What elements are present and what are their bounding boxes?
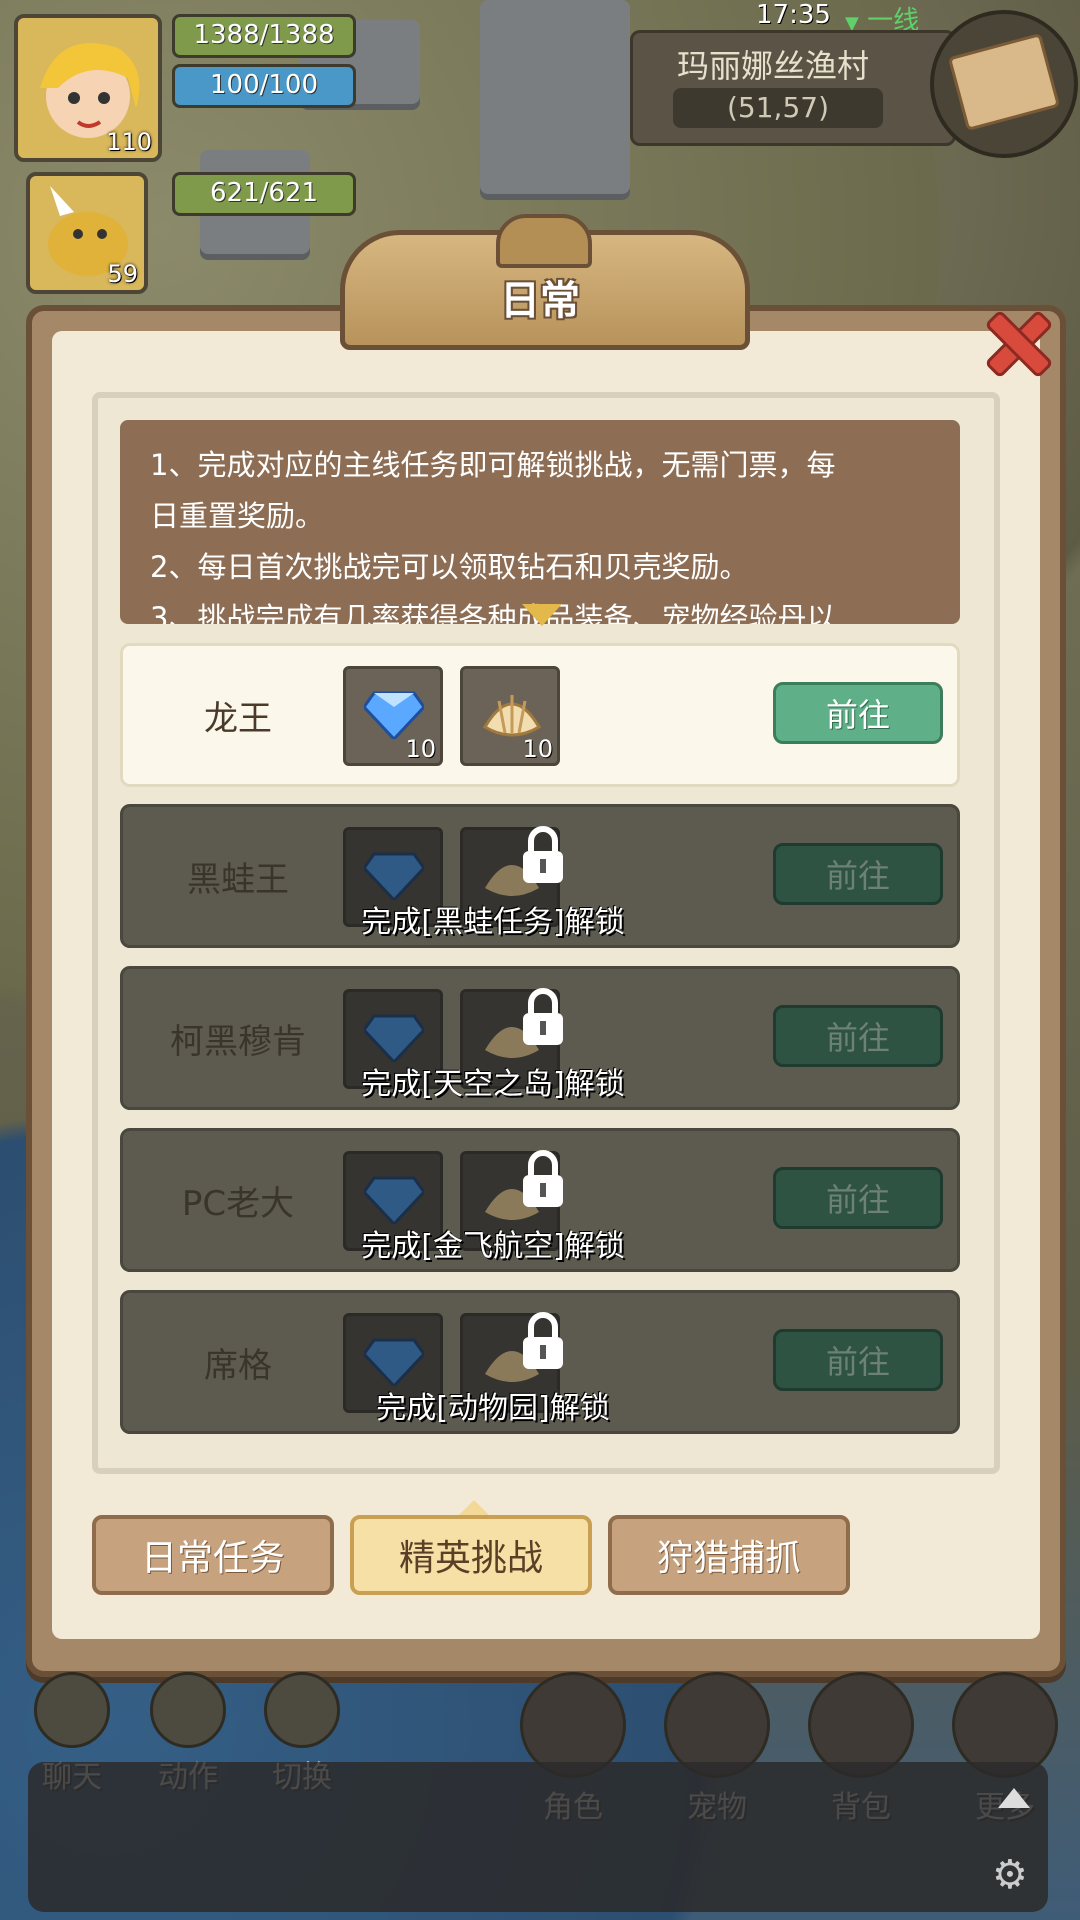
player-avatar[interactable]: 110 [14, 14, 162, 162]
description-line: 2、每日首次挑战完可以领取钻石和贝壳奖励。 [150, 550, 749, 584]
shell-icon [482, 695, 542, 737]
chevron-up-icon[interactable] [998, 1788, 1030, 1808]
pet-hp-bar: 621/621 [172, 172, 356, 216]
diamond-icon [364, 852, 424, 900]
location-name: 玛丽娜丝渔村 [676, 47, 869, 85]
lock-icon [523, 988, 563, 1045]
challenge-name: 席格 [204, 1345, 272, 1386]
gear-icon[interactable]: ⚙ [992, 1852, 1028, 1898]
map-scroll-icon [947, 32, 1061, 132]
pet-level: 59 [107, 260, 138, 288]
unlock-hint: 完成[动物园]解锁 [376, 1391, 610, 1426]
pet-avatar[interactable]: 59 [26, 172, 148, 294]
go-button[interactable]: 前往 [773, 1005, 943, 1067]
go-button[interactable]: 前往 [773, 682, 943, 744]
challenge-row-sieg: 席格 完成[动物园]解锁 前往 [120, 1290, 960, 1434]
location-panel: 玛丽娜丝渔村 (51,57) [630, 30, 956, 146]
challenge-name: 柯黑穆肯 [170, 1021, 306, 1062]
diamond-icon [364, 1176, 424, 1224]
dialog-title: 日常 [500, 278, 580, 324]
close-icon[interactable] [982, 308, 1046, 372]
lock-icon [523, 1312, 563, 1369]
title-ornament-icon [496, 214, 592, 268]
switch-icon [264, 1672, 340, 1748]
expand-arrow-icon[interactable] [522, 604, 562, 626]
unlock-hint: 完成[黑蛙任务]解锁 [361, 905, 625, 940]
reward-count: 10 [405, 735, 436, 763]
tab-elite-challenge[interactable]: 精英挑战 [350, 1515, 592, 1595]
reward-slot-shell[interactable]: 10 [460, 666, 560, 766]
challenge-row-black-frog-king: 黑蛙王 完成[黑蛙任务]解锁 前往 [120, 804, 960, 948]
challenge-name: 龙王 [204, 698, 272, 739]
challenge-name: 黑蛙王 [187, 859, 289, 900]
tab-daily-tasks[interactable]: 日常任务 [92, 1515, 334, 1595]
diamond-icon [364, 691, 424, 739]
lock-icon [523, 1150, 563, 1207]
go-button[interactable]: 前往 [773, 1329, 943, 1391]
challenge-row-kohei-muken: 柯黑穆肯 完成[天空之岛]解锁 前往 [120, 966, 960, 1110]
player-hp-bar: 1388/1388 [172, 14, 356, 58]
chat-bubble-icon [34, 1672, 110, 1748]
reward-slot-diamond[interactable]: 10 [343, 666, 443, 766]
go-button[interactable]: 前往 [773, 843, 943, 905]
unlock-hint: 完成[金飞航空]解锁 [361, 1229, 625, 1264]
world-map-button[interactable] [930, 10, 1078, 158]
diamond-icon [364, 1338, 424, 1386]
clock: 17:35 [756, 0, 831, 30]
unlock-hint: 完成[天空之岛]解锁 [361, 1067, 625, 1102]
location-coords: (51,57) [673, 88, 883, 128]
description-box[interactable]: 1、完成对应的主线任务即可解锁挑战，无需门票，每 日重置奖励。 2、每日首次挑战… [120, 420, 960, 624]
description-line: 日重置奖励。 [150, 499, 325, 533]
go-button[interactable]: 前往 [773, 1167, 943, 1229]
tab-hunting[interactable]: 狩猎捕抓 [608, 1515, 850, 1595]
rock-terrain [480, 0, 630, 200]
player-mp-bar: 100/100 [172, 64, 356, 108]
player-level: 110 [106, 128, 152, 156]
lock-icon [523, 826, 563, 883]
reward-count: 10 [522, 735, 553, 763]
challenge-name: PC老大 [181, 1183, 295, 1224]
diamond-icon [364, 1014, 424, 1062]
challenge-row-dragon-king: 龙王 10 10 前往 [120, 643, 960, 787]
description-line: 1、完成对应的主线任务即可解锁挑战，无需门票，每 [150, 448, 836, 482]
action-figure-icon [150, 1672, 226, 1748]
challenge-row-pc-boss: PC老大 完成[金飞航空]解锁 前往 [120, 1128, 960, 1272]
chat-log-panel[interactable] [28, 1762, 1048, 1912]
